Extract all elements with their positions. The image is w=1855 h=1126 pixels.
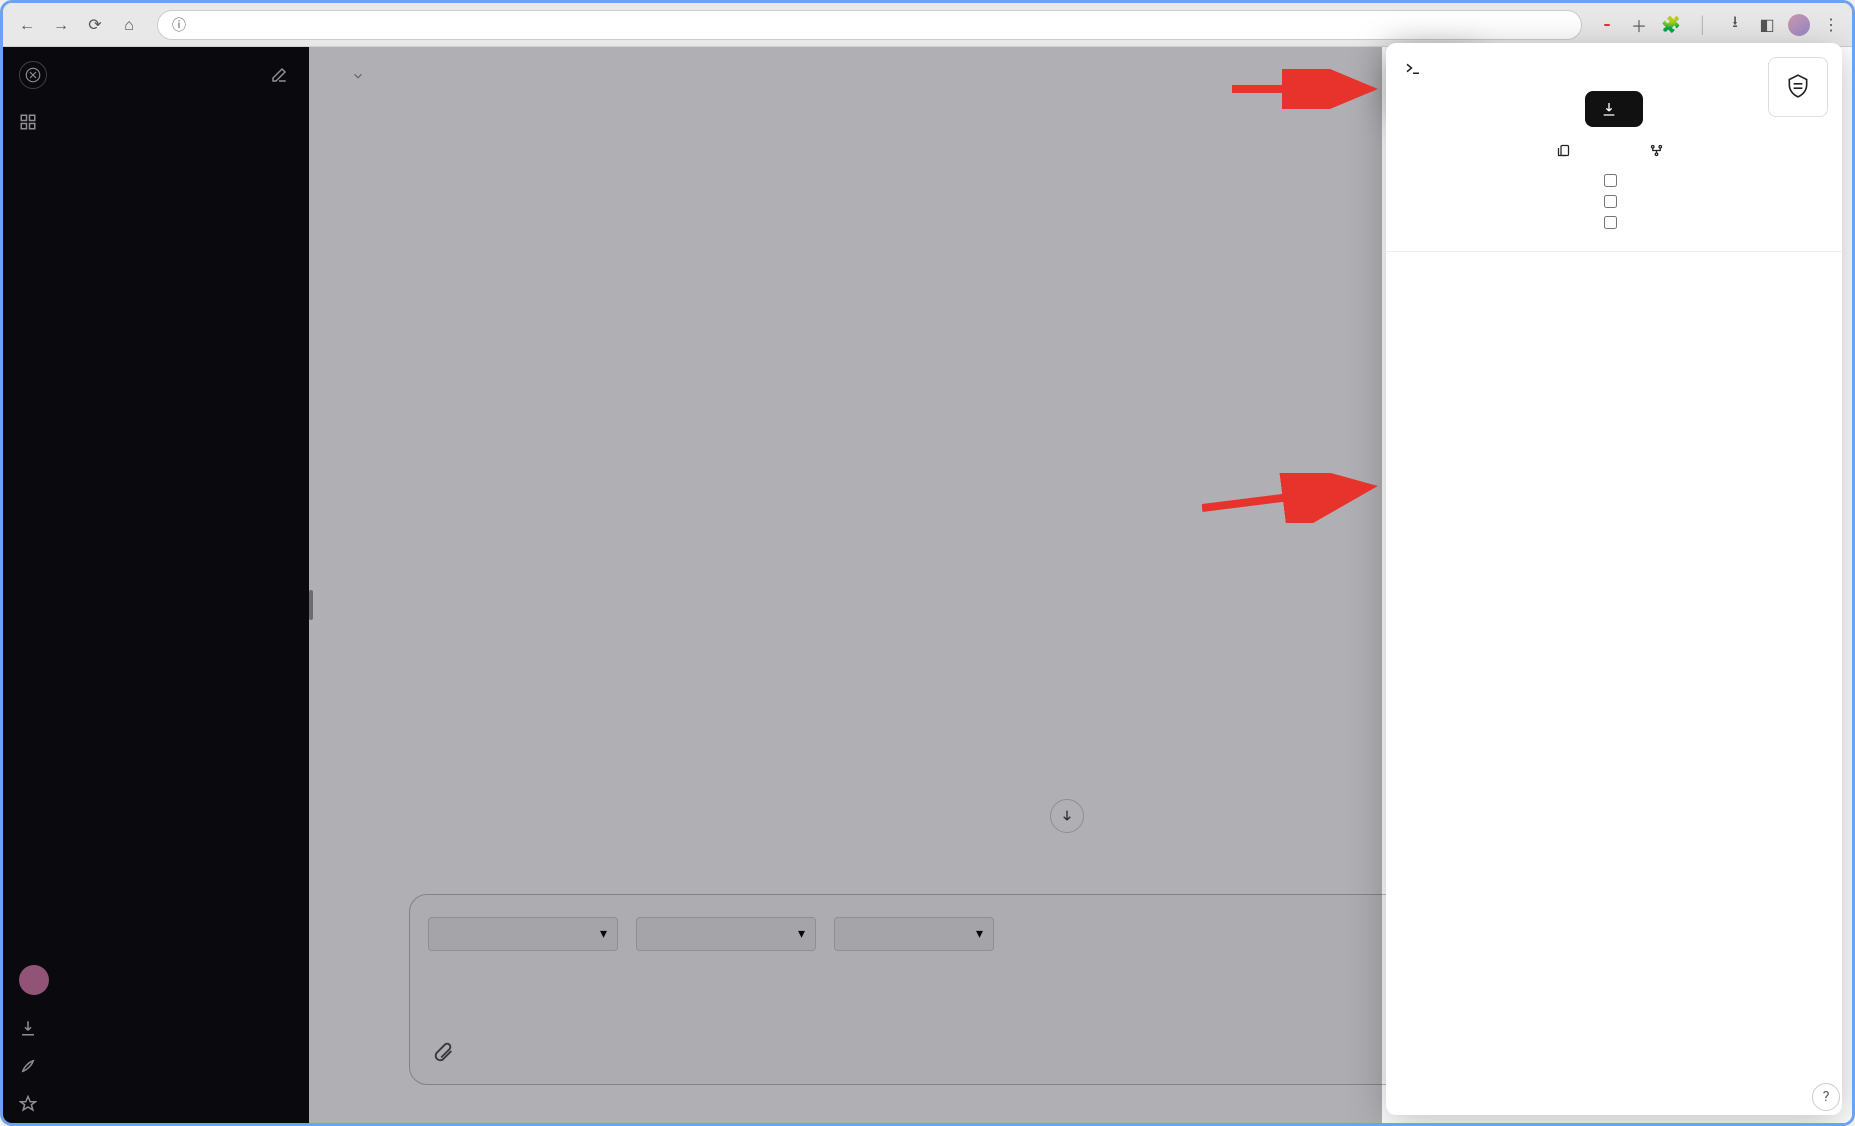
aiprm-icon: [1785, 73, 1811, 99]
divider: │: [1692, 14, 1714, 36]
annotation-arrow-1: [1232, 69, 1382, 109]
rocket-icon: [19, 1057, 37, 1075]
sidebar-export-chat[interactable]: [3, 1009, 309, 1047]
new-chat-icon[interactable]: [265, 61, 293, 89]
copy-text-button[interactable]: [1556, 143, 1579, 158]
chevron-down-icon: [351, 69, 365, 83]
forward-button[interactable]: →: [47, 11, 75, 39]
sidebar-aiprm-powered[interactable]: [3, 1047, 309, 1085]
grid-icon: [19, 113, 37, 131]
attach-button[interactable]: [428, 1037, 458, 1067]
chevron-down-icon: ▾: [600, 926, 607, 942]
sidebar-explore[interactable]: [3, 103, 309, 141]
output-in-select[interactable]: ▾: [428, 917, 618, 951]
sidebar-user[interactable]: [3, 951, 309, 1009]
paperclip-icon: [432, 1041, 454, 1063]
sidebar: [3, 47, 309, 1123]
home-button[interactable]: ⌂: [115, 11, 143, 39]
sidebar-label-today: [3, 141, 309, 169]
debug-panel: [1386, 43, 1842, 1115]
profile-avatar[interactable]: [1788, 14, 1810, 36]
chevron-down-icon: ▾: [798, 926, 805, 942]
user-avatar: [19, 965, 49, 995]
annotation-arrow-2: [1202, 473, 1382, 523]
sidebar-resize-handle[interactable]: [309, 585, 319, 625]
sidebar-label-yesterday: [3, 369, 309, 397]
clipboard-icon: [1556, 143, 1571, 158]
menu-icon[interactable]: ⋮: [1820, 14, 1842, 36]
debug-body[interactable]: [1386, 251, 1842, 1115]
extension-badge[interactable]: [1596, 14, 1618, 36]
downloads-icon[interactable]: ⭳: [1724, 14, 1746, 36]
download-icon: [1601, 101, 1617, 117]
browser-toolbar: ← → ⟳ ⌂ ⓘ ＋ 🧩 │ ⭳ ◧ ⋮: [3, 3, 1852, 47]
view-tree-button[interactable]: [1649, 143, 1672, 158]
add-extension-icon[interactable]: ＋: [1628, 14, 1650, 36]
extensions-icon[interactable]: 🧩: [1660, 14, 1682, 36]
chatgpt-logo-icon[interactable]: [19, 61, 47, 89]
scroll-to-bottom-button[interactable]: [1050, 799, 1084, 833]
aiprm-logo[interactable]: [1768, 57, 1828, 117]
download-raw-button[interactable]: [1585, 91, 1643, 127]
back-button[interactable]: ←: [13, 11, 41, 39]
url-bar[interactable]: ⓘ: [157, 10, 1582, 40]
sidebar-aiprm-forum[interactable]: [3, 1085, 309, 1123]
help-button[interactable]: ?: [1812, 1083, 1840, 1111]
site-info-icon[interactable]: ⓘ: [172, 15, 186, 35]
reload-button[interactable]: ⟳: [81, 11, 109, 39]
force-rate-limit-checkbox[interactable]: [1604, 195, 1625, 208]
tree-icon: [1649, 143, 1664, 158]
style-select[interactable]: ▾: [834, 917, 994, 951]
debug-mode-checkbox[interactable]: [1604, 216, 1625, 229]
force-parallel-checkbox[interactable]: [1604, 174, 1625, 187]
chevron-down-icon: ▾: [976, 926, 983, 942]
forum-icon: [19, 1095, 37, 1113]
terminal-icon: [1404, 59, 1422, 77]
sidepanel-icon[interactable]: ◧: [1756, 14, 1778, 36]
tone-select[interactable]: ▾: [636, 917, 816, 951]
download-icon: [19, 1019, 37, 1037]
